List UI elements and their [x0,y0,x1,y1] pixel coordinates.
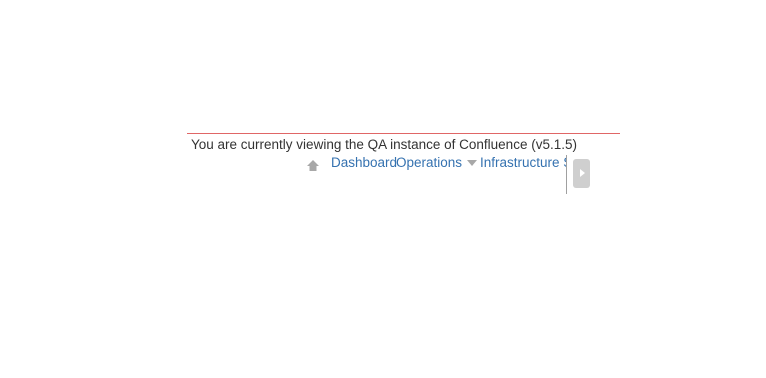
sidebar-expand-button[interactable] [573,159,590,188]
breadcrumb-dashboard-link[interactable]: Dashboard [331,155,397,171]
breadcrumb-infrastructure-link[interactable]: Infrastructure S [480,155,566,171]
caret-down-icon[interactable] [467,160,477,166]
sidebar-divider [566,155,567,194]
chevron-right-icon [580,169,585,177]
page: You are currently viewing the QA instanc… [0,0,766,378]
breadcrumb: Dashboard Operations Infrastructure S [305,155,566,173]
breadcrumb-operations-link[interactable]: Operations [396,155,462,171]
qa-banner-divider [187,133,620,134]
qa-instance-banner: You are currently viewing the QA instanc… [191,137,577,152]
home-icon[interactable] [306,159,320,173]
